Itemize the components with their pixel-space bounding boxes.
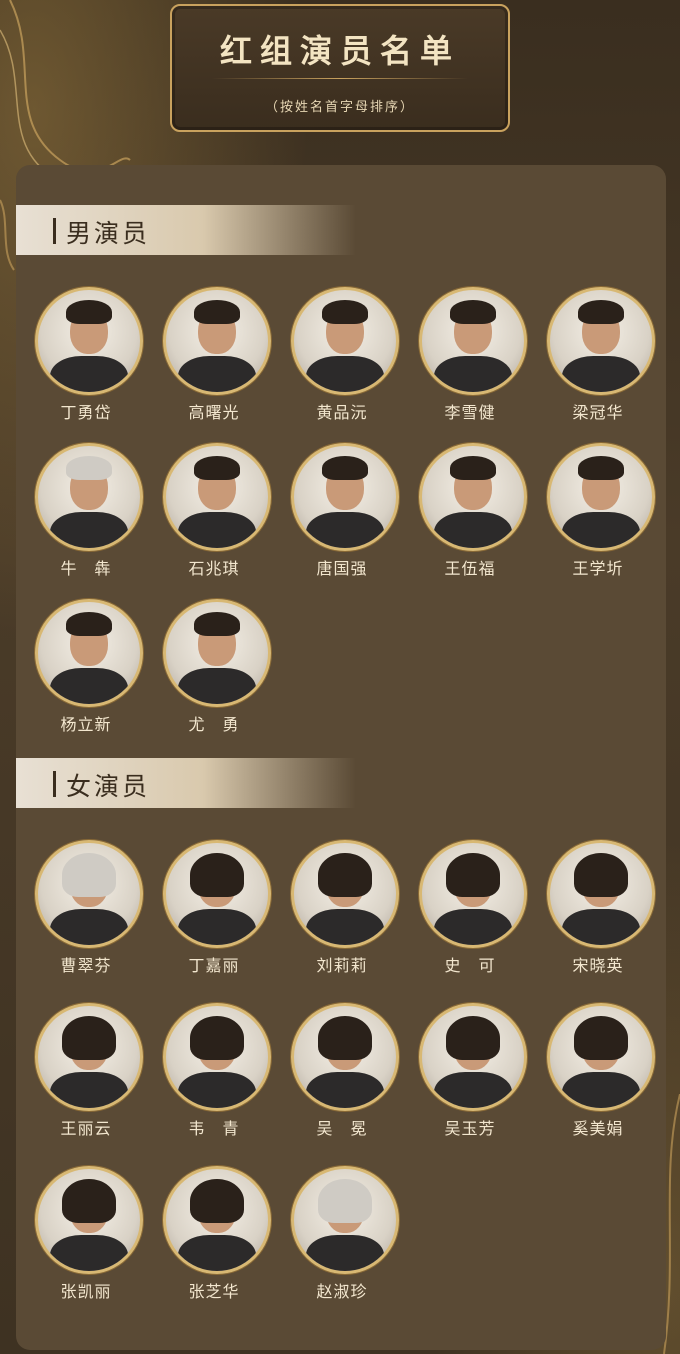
- actor-card: 石兆琪: [160, 443, 271, 593]
- actor-card: 张芝华: [160, 1166, 271, 1316]
- actor-card: 曹翠芬: [32, 840, 143, 990]
- actor-name: 尤 勇: [188, 715, 240, 734]
- actor-card: 王伍福: [416, 443, 527, 593]
- actor-name: 丁嘉丽: [188, 956, 240, 975]
- actor-photo: [35, 599, 143, 707]
- actor-photo: [547, 443, 655, 551]
- actor-name: 高曙光: [188, 403, 240, 422]
- actor-name: 王丽云: [60, 1119, 112, 1138]
- section-marker: [53, 218, 56, 244]
- actor-name: 牛 犇: [60, 559, 112, 578]
- page-title: 红组演员名单: [219, 32, 460, 70]
- actor-photo: [163, 1003, 271, 1111]
- actor-photo: [291, 287, 399, 395]
- title-box: 红组演员名单 （按姓名首字母排序）: [170, 4, 510, 132]
- actor-name: 吴 冕: [316, 1119, 368, 1138]
- actor-photo: [291, 1166, 399, 1274]
- actor-name: 曹翠芬: [60, 956, 112, 975]
- actor-photo: [291, 840, 399, 948]
- actor-name: 石兆琪: [188, 559, 240, 578]
- section-marker: [53, 771, 56, 797]
- actor-name: 丁勇岱: [60, 403, 112, 422]
- actor-card: 吴玉芳: [416, 1003, 527, 1153]
- actor-photo: [547, 287, 655, 395]
- actor-name: 吴玉芳: [444, 1119, 496, 1138]
- actor-name: 宋晓英: [572, 956, 624, 975]
- section-title: 女演员: [66, 772, 151, 801]
- actor-card: 黄品沅: [288, 287, 399, 437]
- actor-name: 奚美娟: [572, 1119, 624, 1138]
- actor-photo: [163, 840, 271, 948]
- actor-name: 王伍福: [444, 559, 496, 578]
- actor-card: 丁勇岱: [32, 287, 143, 437]
- actor-card: 奚美娟: [544, 1003, 655, 1153]
- actor-photo: [163, 443, 271, 551]
- actor-photo: [419, 1003, 527, 1111]
- actor-card: 唐国强: [288, 443, 399, 593]
- actor-card: 史 可: [416, 840, 527, 990]
- actor-photo: [35, 287, 143, 395]
- actor-photo: [547, 840, 655, 948]
- actor-card: 尤 勇: [160, 599, 271, 749]
- section-title: 男演员: [66, 219, 151, 248]
- actor-name: 赵淑珍: [316, 1282, 368, 1301]
- actor-photo: [547, 1003, 655, 1111]
- actor-name: 张芝华: [188, 1282, 240, 1301]
- actor-photo: [35, 840, 143, 948]
- actor-name: 张凯丽: [60, 1282, 112, 1301]
- actor-card: 梁冠华: [544, 287, 655, 437]
- actor-photo: [419, 840, 527, 948]
- actor-name: 王学圻: [572, 559, 624, 578]
- actor-photo: [291, 443, 399, 551]
- section-header-male: 男演员: [16, 205, 356, 255]
- actor-card: 韦 青: [160, 1003, 271, 1153]
- actor-photo: [163, 599, 271, 707]
- actor-photo: [163, 1166, 271, 1274]
- actor-name: 刘莉莉: [316, 956, 368, 975]
- actor-card: 杨立新: [32, 599, 143, 749]
- actor-name: 李雪健: [444, 403, 496, 422]
- actor-name: 黄品沅: [316, 403, 368, 422]
- actor-name: 杨立新: [60, 715, 112, 734]
- actor-card: 赵淑珍: [288, 1166, 399, 1316]
- actor-card: 李雪健: [416, 287, 527, 437]
- actor-card: 宋晓英: [544, 840, 655, 990]
- actor-photo: [163, 287, 271, 395]
- actor-name: 史 可: [444, 956, 496, 975]
- actor-card: 张凯丽: [32, 1166, 143, 1316]
- actor-card: 王学圻: [544, 443, 655, 593]
- actor-card: 丁嘉丽: [160, 840, 271, 990]
- page-subtitle: （按姓名首字母排序）: [264, 100, 415, 115]
- actor-photo: [35, 443, 143, 551]
- actor-card: 王丽云: [32, 1003, 143, 1153]
- title-divider: [212, 78, 468, 79]
- actor-photo: [419, 443, 527, 551]
- actor-name: 韦 青: [188, 1119, 240, 1138]
- actor-photo: [419, 287, 527, 395]
- actor-name: 梁冠华: [572, 403, 624, 422]
- actor-photo: [35, 1003, 143, 1111]
- actor-card: 吴 冕: [288, 1003, 399, 1153]
- actor-photo: [291, 1003, 399, 1111]
- actor-photo: [35, 1166, 143, 1274]
- actor-card: 刘莉莉: [288, 840, 399, 990]
- actor-card: 高曙光: [160, 287, 271, 437]
- section-header-female: 女演员: [16, 758, 356, 808]
- actor-card: 牛 犇: [32, 443, 143, 593]
- actor-name: 唐国强: [316, 559, 368, 578]
